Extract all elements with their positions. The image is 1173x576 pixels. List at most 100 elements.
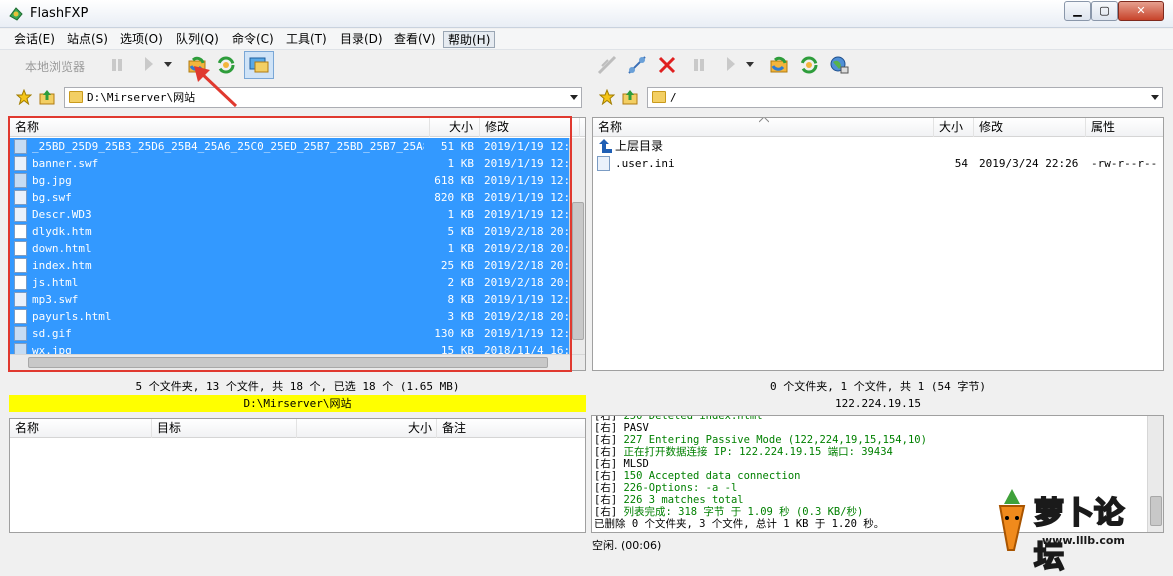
chevron-down-icon[interactable] [743,51,757,79]
html-file-icon [14,275,27,290]
file-size: 25 KB [440,259,474,272]
log-source-tag: [右] [594,446,618,458]
minimize-button[interactable]: ▁ [1064,1,1091,21]
file-row[interactable]: js.html 2 KB 2019/2/18 20:0 [10,274,569,291]
parent-folder-icon[interactable] [38,88,56,106]
local-list-header: 名称 大小 修改 [10,118,585,137]
menu-options[interactable]: 选项(O) [116,31,167,48]
local-horizontal-scrollbar[interactable] [10,354,585,370]
log-message: PASV [623,422,649,434]
log-source-tag: [右] [594,506,618,518]
log-line: [右] MLSD [592,458,927,470]
column-size[interactable]: 大小 [934,118,974,137]
file-row[interactable]: sd.gif 130 KB 2019/1/19 12:4 [10,325,569,342]
chevron-down-icon[interactable] [570,95,578,100]
transfer-queue[interactable]: 名称 目标 大小 备注 [9,418,586,533]
watermark-url: www.lllb.com [1042,534,1125,547]
chevron-down-icon[interactable] [1151,95,1159,100]
file-row[interactable]: bg.swf 820 KB 2019/1/19 12:4 [10,189,569,206]
column-size[interactable]: 大小 [297,419,437,438]
log-line: [右] 226-Options: -a -l [592,482,927,494]
html-file-icon [14,309,27,324]
log-source-tag: [右] [594,422,618,434]
local-vertical-scrollbar[interactable] [569,138,585,354]
close-button[interactable]: ✕ [1118,1,1164,21]
globe-icon[interactable] [826,51,852,79]
menu-commands[interactable]: 命令(C) [228,31,278,48]
image-file-icon [14,139,27,154]
left-path-input[interactable]: D:\Mirserver\网站 [64,87,582,108]
log-message: 226 3 matches total [623,494,744,506]
file-row[interactable]: .user.ini 54 2019/3/24 22:26 -rw-r--r-- [593,155,1163,172]
menu-sites[interactable]: 站点(S) [63,31,112,48]
sort-arrow-icon [759,118,769,123]
column-target[interactable]: 目标 [152,419,297,438]
log-source-tag: [右] [594,494,618,506]
file-row[interactable]: index.htm 25 KB 2019/2/18 20:1 [10,257,569,274]
favorites-star-icon[interactable] [16,89,32,105]
pause-icon[interactable] [686,51,712,79]
transfer-icon[interactable] [718,51,744,79]
column-notes[interactable]: 备注 [437,419,585,438]
carrot-logo-icon [998,489,1026,551]
maximize-button[interactable]: ▢ [1091,1,1118,21]
file-modified: 2019/1/19 12:4 [484,157,569,170]
log-source-tag: [右] [594,415,618,422]
refresh-folder-icon[interactable] [766,51,792,79]
file-name: dlydk.htm [32,225,92,238]
local-browser-label[interactable]: 本地浏览器 [25,58,85,75]
column-name[interactable]: 名称 [10,118,430,137]
connect-icon[interactable] [594,51,620,79]
menu-help[interactable]: 帮助(H) [443,31,496,48]
column-attributes[interactable]: 属性 [1086,118,1163,137]
remote-file-list[interactable]: 名称 大小 修改 属性 上层目录 .user.ini 54 2019/3/24 … [592,117,1164,371]
menu-tools[interactable]: 工具(T) [282,31,331,48]
file-size: 54 [954,157,968,170]
file-row[interactable]: dlydk.htm 5 KB 2019/2/18 20:0 [10,223,569,240]
parent-directory-row[interactable]: 上层目录 [593,138,1163,155]
local-browser-toggle-icon[interactable] [244,51,274,79]
quick-connect-icon[interactable] [624,51,650,79]
file-name: sd.gif [32,327,72,340]
pause-icon[interactable] [104,51,130,79]
log-line: 已删除 0 个文件夹, 3 个文件, 总计 1 KB 于 1.20 秒。 [592,518,927,530]
remote-list-header: 名称 大小 修改 属性 [593,118,1163,137]
server-address: 122.224.19.15 [834,397,922,410]
local-file-list[interactable]: 名称 大小 修改 _25BD_25D9_25B3_25D6_25B4_25A6_… [9,117,586,371]
file-modified: 2019/2/18 20:0 [484,225,569,238]
window-title: FlashFXP [30,6,89,21]
menu-session[interactable]: 会话(E) [10,31,59,48]
file-modified: 2019/2/18 20:0 [484,276,569,289]
column-name[interactable]: 名称 [10,419,152,438]
file-row[interactable]: banner.swf 1 KB 2019/1/19 12:4 [10,155,569,172]
file-size: 1 KB [447,157,475,170]
column-modified[interactable]: 修改 [480,118,580,137]
log-message: 250 Deleted index.html [623,415,763,422]
favorites-star-icon[interactable] [599,89,615,105]
sync-icon[interactable] [796,51,822,79]
column-modified[interactable]: 修改 [974,118,1086,137]
scroll-thumb[interactable] [572,202,584,340]
file-size: 618 KB [434,174,474,187]
transfer-icon[interactable] [136,51,162,79]
scroll-thumb[interactable] [28,357,548,368]
column-size[interactable]: 大小 [430,118,480,137]
watermark-logo: 萝卜论坛 www.lllb.com [982,484,1152,576]
file-row[interactable]: down.html 1 KB 2019/2/18 20:0 [10,240,569,257]
parent-folder-icon[interactable] [621,88,639,106]
queue-header: 名称 目标 大小 备注 [10,419,585,438]
log-line: [右] 227 Entering Passive Mode (122,224,1… [592,434,927,446]
file-row[interactable]: _25BD_25D9_25B3_25D6_25B4_25A6_25C0_25ED… [10,138,569,155]
menu-queue[interactable]: 队列(Q) [172,31,223,48]
disconnect-icon[interactable] [654,51,680,79]
file-row[interactable]: mp3.swf 8 KB 2019/1/19 12:4 [10,291,569,308]
file-name: _25BD_25D9_25B3_25D6_25B4_25A6_25C0_25ED… [32,140,424,153]
menu-directory[interactable]: 目录(D) [336,31,387,48]
menu-view[interactable]: 查看(V) [390,31,440,48]
file-row[interactable]: bg.jpg 618 KB 2019/1/19 12:4 [10,172,569,189]
chevron-down-icon[interactable] [161,51,175,79]
file-row[interactable]: payurls.html 3 KB 2019/2/18 20:0 [10,308,569,325]
right-path-input[interactable]: / [647,87,1163,108]
log-source-tag: [右] [594,470,618,482]
file-row[interactable]: Descr.WD3 1 KB 2019/1/19 12:4 [10,206,569,223]
